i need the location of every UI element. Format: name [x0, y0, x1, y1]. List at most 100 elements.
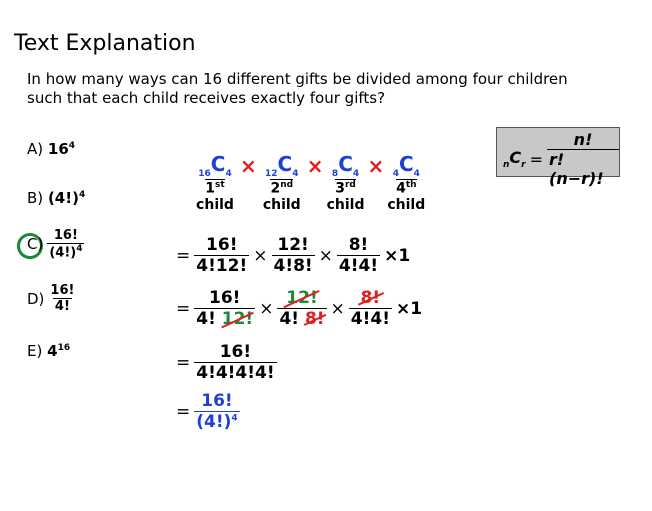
- times-red-2: ×: [306, 154, 324, 178]
- combo-2-suffix: nd: [280, 180, 294, 190]
- option-d-letter: D): [27, 289, 45, 308]
- combo-4-symbol: C: [398, 152, 414, 176]
- step3-frac: 16! 4!4!4!4!: [194, 342, 277, 383]
- formula-fraction: n! r!(n−r)!: [547, 130, 619, 188]
- combo-1-post: 4: [225, 169, 232, 179]
- option-e[interactable]: E) 416: [27, 342, 70, 360]
- combo-2: 12C4 2nd child: [261, 152, 303, 213]
- formula-symbol: C: [509, 147, 522, 167]
- equals-4: =: [176, 401, 191, 422]
- combo-3-post: 4: [352, 169, 360, 179]
- formula-numerator: n!: [573, 130, 593, 149]
- option-c-denominator: (4!): [49, 245, 77, 261]
- option-e-letter: E): [27, 342, 43, 360]
- step2-frac-2-den-cancelled: 8!: [304, 309, 325, 329]
- step-4: = 16! (4!)4: [176, 391, 240, 432]
- step2-frac-2-num-cancelled: 12!: [286, 288, 318, 308]
- times-1b: ×: [318, 245, 333, 266]
- option-a-exp: 4: [68, 141, 76, 151]
- equals-1: =: [176, 245, 191, 266]
- option-e-value: 4: [47, 342, 58, 360]
- step1-frac-2-den: 4!8!: [271, 255, 315, 276]
- option-b[interactable]: B) (4!)4: [27, 189, 85, 207]
- combo-2-ordinal: 2: [270, 180, 281, 197]
- question-text: In how many ways can 16 different gifts …: [27, 70, 568, 107]
- formula-post: r: [521, 160, 526, 171]
- combo-3-symbol: C: [338, 152, 353, 176]
- times-2a: ×: [259, 298, 274, 319]
- times-2b: ×: [330, 298, 345, 319]
- step2-frac-2-den-a: 4!: [279, 309, 300, 329]
- combo-1-pre: 16: [198, 169, 211, 179]
- combo-1-ordinal: 1: [205, 180, 216, 197]
- step1-frac-3-den: 4!4!: [336, 255, 381, 276]
- option-a-value: 16: [47, 140, 69, 158]
- equals-3: =: [176, 352, 191, 373]
- step1-frac-3: 8! 4!4!: [336, 235, 381, 276]
- step2-frac-2: 12! 4! 8!: [277, 288, 327, 329]
- combo-1-child: child: [196, 196, 234, 213]
- combo-4-suffix: th: [405, 180, 417, 190]
- combo-2-symbol: C: [277, 152, 293, 176]
- option-b-exp: 4: [78, 190, 86, 200]
- step4-den: (4!): [196, 412, 232, 432]
- combo-4-child: child: [387, 196, 426, 213]
- step2-frac-1-den-a: 4!: [196, 309, 216, 329]
- option-d-denominator: 4!: [52, 298, 72, 314]
- combo-3-child: child: [326, 196, 365, 213]
- combo-1: 16C4 1st child: [194, 152, 236, 213]
- step3-den: 4!4!4!4!: [194, 362, 277, 383]
- combo-2-pre: 12: [265, 169, 278, 179]
- combo-2-post: 4: [292, 169, 299, 179]
- step-1: = 16! 4!12! × 12! 4!8! × 8! 4!4! ×1: [176, 235, 410, 276]
- option-c-den-exp: 4: [76, 244, 83, 254]
- step1-frac-2: 12! 4!8!: [271, 235, 315, 276]
- combo-1-suffix: st: [215, 180, 225, 190]
- step2-frac-1-num: 16!: [209, 288, 241, 308]
- option-c-numerator: 16!: [53, 228, 78, 243]
- option-b-value: (4!): [47, 189, 79, 207]
- step2-frac-3: 8! 4!4!: [348, 288, 392, 329]
- combo-3-ordinal: 3: [335, 180, 345, 197]
- step1-frac-1-num: 16!: [206, 235, 238, 255]
- times-red-1: ×: [240, 154, 257, 178]
- option-c-fraction: 16! (4!)4: [47, 228, 85, 261]
- combination-formula-box: nCr = n! r!(n−r)!: [496, 127, 620, 188]
- option-a-letter: A): [27, 140, 44, 158]
- step1-tail: ×1: [384, 245, 411, 266]
- step2-tail: ×1: [395, 298, 423, 319]
- step2-frac-3-den: 4!4!: [348, 308, 392, 329]
- step1-frac-1: 16! 4!12!: [194, 235, 250, 276]
- times-red-3: ×: [367, 154, 385, 178]
- option-a[interactable]: A) 164: [27, 140, 75, 158]
- combo-4-ordinal: 4: [396, 180, 406, 197]
- option-d-fraction: 16! 4!: [48, 283, 76, 314]
- combo-3-suffix: rd: [344, 180, 356, 190]
- combo-2-child: child: [262, 196, 301, 213]
- times-1a: ×: [253, 245, 268, 266]
- step4-frac: 16! (4!)4: [194, 391, 240, 432]
- step2-frac-1: 16! 4! 12!: [194, 288, 256, 329]
- formula-denominator: r!(n−r)!: [547, 149, 619, 188]
- step4-den-exp: 4: [231, 413, 238, 424]
- formula-equals: =: [529, 149, 544, 169]
- step-2: = 16! 4! 12! × 12! 4! 8! × 8! 4!4! ×1: [176, 288, 422, 329]
- step1-frac-1-den: 4!12!: [194, 255, 250, 276]
- combo-3: 8C4 3rd child: [326, 152, 365, 213]
- option-d-numerator: 16!: [50, 283, 75, 298]
- option-e-exp: 16: [57, 343, 71, 353]
- option-d[interactable]: D) 16! 4!: [27, 283, 76, 314]
- combination-row: 16C4 1st child × 12C4 2nd child × 8C4 3r…: [194, 152, 426, 213]
- equals-2: =: [176, 298, 191, 319]
- step1-frac-2-num: 12!: [277, 235, 309, 255]
- step2-frac-3-num-cancelled: 8!: [360, 288, 381, 308]
- combo-4-post: 4: [413, 169, 420, 179]
- combo-1-symbol: C: [210, 152, 226, 176]
- page-title: Text Explanation: [14, 31, 196, 56]
- combo-4: 4C4 4th child: [387, 152, 426, 213]
- option-c[interactable]: C) 16! (4!)4: [27, 228, 85, 261]
- step4-num: 16!: [201, 391, 233, 411]
- step-3: = 16! 4!4!4!4!: [176, 342, 277, 383]
- option-b-letter: B): [27, 189, 44, 207]
- step2-frac-1-den-cancelled: 12!: [221, 309, 254, 329]
